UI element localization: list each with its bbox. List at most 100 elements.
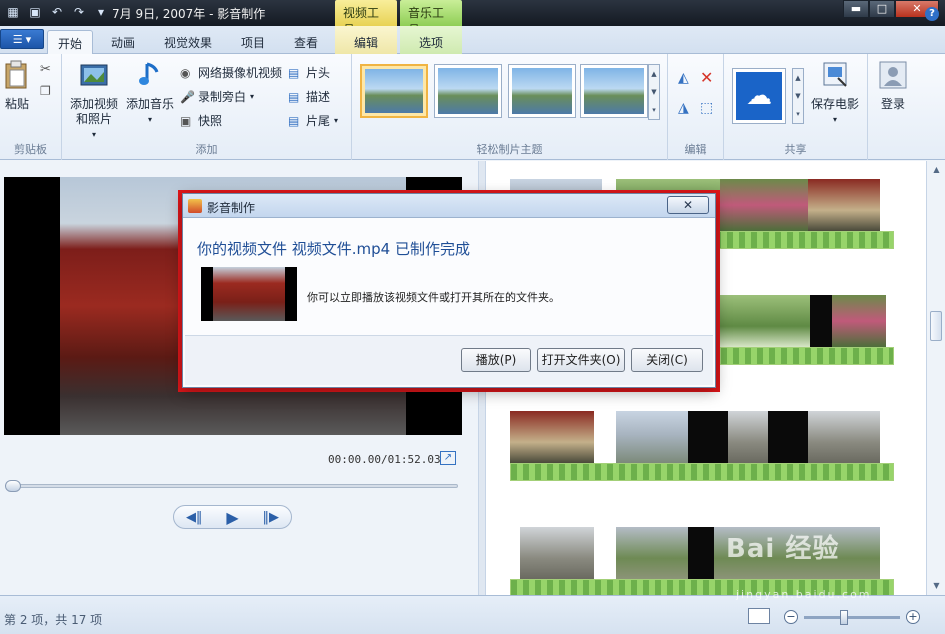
theme-preview xyxy=(512,68,572,114)
clip-thumbnail[interactable] xyxy=(808,179,880,231)
webcam-video-label: 网络摄像机视频 xyxy=(198,66,283,80)
chevron-down-icon: ▾ xyxy=(832,115,837,124)
customize-qat-icon[interactable]: ▾ xyxy=(92,3,110,21)
add-music-button[interactable]: 添加音乐 ▾ xyxy=(124,60,176,127)
minimize-button[interactable]: ▬ xyxy=(843,0,869,18)
play-button[interactable]: 播放(P) xyxy=(461,348,531,372)
context-tab-music-area: 选项 xyxy=(400,26,462,54)
group-label-themes: 轻松制片主题 xyxy=(476,143,543,156)
clip-thumbnail[interactable] xyxy=(810,295,832,347)
save-movie-button[interactable]: 保存电影 ▾ xyxy=(808,60,862,127)
cut-icon[interactable]: ✂ xyxy=(40,62,54,77)
share-gallery-scroll[interactable]: ▲ ▼ ▾ xyxy=(792,68,804,124)
tab-edit[interactable]: 编辑 xyxy=(335,30,397,54)
seek-handle[interactable] xyxy=(5,480,21,492)
add-music-label: 添加音乐 xyxy=(125,97,174,111)
theme-gallery-scroll[interactable]: ▲ ▼ ▾ xyxy=(648,64,660,120)
zoom-out-icon[interactable]: − xyxy=(784,610,798,624)
music-track[interactable] xyxy=(720,347,894,365)
chevron-up-icon: ▲ xyxy=(795,74,801,82)
add-videos-photos-label-1: 添加视频 xyxy=(69,97,118,111)
scroll-thumb[interactable] xyxy=(930,311,942,341)
context-tab-video-tools: 视频工具 xyxy=(335,0,397,37)
play-icon[interactable]: ▶ xyxy=(226,508,238,527)
theme-thumbnail-4[interactable] xyxy=(580,64,648,118)
snapshot-button[interactable]: ▣ 快照 xyxy=(180,112,222,129)
film-photo-icon xyxy=(80,64,108,86)
open-folder-button[interactable]: 打开文件夹(O) xyxy=(537,348,625,372)
tab-animations[interactable]: 动画 xyxy=(100,30,146,54)
dialog-close-icon[interactable]: ✕ xyxy=(667,196,709,214)
dialog-title: 影音制作 xyxy=(207,201,256,215)
sign-in-button[interactable]: 登录 xyxy=(876,60,910,112)
add-videos-photos-button[interactable]: 添加视频 和照片 ▾ xyxy=(68,60,120,142)
group-label-add: 添加 xyxy=(195,143,218,156)
clip-thumbnail[interactable] xyxy=(832,295,886,347)
clip-thumbnail[interactable] xyxy=(688,411,728,463)
undo-icon[interactable]: ↶ xyxy=(48,3,66,21)
theme-thumbnail-3[interactable] xyxy=(508,64,576,118)
copy-icon[interactable]: ❐ xyxy=(40,84,54,98)
rotate-left-icon[interactable]: ◭ xyxy=(678,70,689,86)
close-button[interactable]: 关闭(C) xyxy=(631,348,703,372)
storyboard-scrollbar[interactable]: ▲ ▼ xyxy=(926,161,945,595)
tab-project[interactable]: 项目 xyxy=(230,30,276,54)
save-icon[interactable]: ▣ xyxy=(26,3,44,21)
music-track[interactable] xyxy=(510,463,894,481)
help-icon[interactable]: ? xyxy=(925,7,939,21)
tab-home[interactable]: 开始 xyxy=(47,30,93,55)
export-complete-dialog: 影音制作 ✕ 你的视频文件 视频文件.mp4 已制作完成 你可以立即播放该视频文… xyxy=(182,193,716,388)
title-button[interactable]: ▤ 片头 xyxy=(288,64,330,81)
clip-thumbnail[interactable] xyxy=(510,411,594,463)
redo-icon[interactable]: ↷ xyxy=(70,3,88,21)
caption-icon: ▤ xyxy=(288,89,300,104)
maximize-button[interactable]: □ xyxy=(869,0,895,18)
window-title: 7月 9日, 2007年 - 影音制作 xyxy=(112,7,266,21)
record-narration-button[interactable]: 🎤 录制旁白 ▾ xyxy=(180,88,254,105)
music-note-icon xyxy=(139,62,159,85)
select-all-icon[interactable]: ⬚ xyxy=(700,100,713,116)
app-menu-button[interactable]: ☰ ▾ xyxy=(0,29,44,49)
clip-thumbnail[interactable] xyxy=(720,179,808,231)
tab-visual-effects[interactable]: 视觉效果 xyxy=(157,30,219,54)
zoom-slider[interactable] xyxy=(804,609,900,625)
seek-bar[interactable] xyxy=(5,480,458,492)
remove-icon[interactable]: ✕ xyxy=(700,68,713,87)
dialog-title-bar: 影音制作 ✕ xyxy=(183,194,715,218)
clip-thumbnail[interactable] xyxy=(768,411,808,463)
clip-thumbnail[interactable] xyxy=(728,411,768,463)
next-frame-icon[interactable]: ‖▶ xyxy=(263,510,280,525)
fullscreen-icon[interactable]: ↗ xyxy=(440,451,456,465)
theme-thumbnail-1[interactable] xyxy=(360,64,428,118)
scroll-down-icon[interactable]: ▼ xyxy=(927,581,945,590)
clip-thumbnail[interactable] xyxy=(688,527,714,579)
chevron-down-icon: ▼ xyxy=(651,88,657,96)
theme-thumbnail-2[interactable] xyxy=(434,64,502,118)
timecode: 00:00.00/01:52.03 xyxy=(328,453,441,466)
tab-options[interactable]: 选项 xyxy=(400,30,462,54)
clip-thumbnail[interactable] xyxy=(720,295,810,347)
clip-thumbnail[interactable] xyxy=(616,411,688,463)
clip-thumbnail[interactable] xyxy=(808,411,880,463)
thumbnail-size-icon[interactable] xyxy=(748,608,770,624)
zoom-slider-handle[interactable] xyxy=(840,609,848,625)
clip-thumbnail[interactable] xyxy=(520,527,594,579)
caption-button[interactable]: ▤ 描述 xyxy=(288,88,330,105)
skydrive-share-button[interactable]: ☁ xyxy=(732,68,786,124)
credits-icon: ▤ xyxy=(288,113,300,128)
chevron-down-icon: ▾ xyxy=(91,130,96,139)
rotate-right-icon[interactable]: ◮ xyxy=(678,100,689,116)
microphone-icon: 🎤 xyxy=(180,89,195,104)
paste-button[interactable]: 粘贴 xyxy=(2,60,32,112)
app-icon: ▦ xyxy=(7,5,19,19)
group-editing: ◭ ✕ ◮ ⬚ 编辑 xyxy=(668,54,724,160)
dialog-heading: 你的视频文件 视频文件.mp4 已制作完成 xyxy=(197,240,470,258)
previous-frame-icon[interactable]: ◀‖ xyxy=(186,510,203,525)
clip-thumbnail[interactable] xyxy=(616,527,688,579)
tab-view[interactable]: 查看 xyxy=(283,30,329,54)
scroll-up-icon[interactable]: ▲ xyxy=(927,165,945,174)
zoom-in-icon[interactable]: + xyxy=(906,610,920,624)
webcam-video-button[interactable]: ◉ 网络摄像机视频 xyxy=(180,64,282,81)
credits-button[interactable]: ▤ 片尾 ▾ xyxy=(288,112,338,129)
group-share: ☁ ▲ ▼ ▾ 保存电影 ▾ 共享 xyxy=(724,54,868,160)
